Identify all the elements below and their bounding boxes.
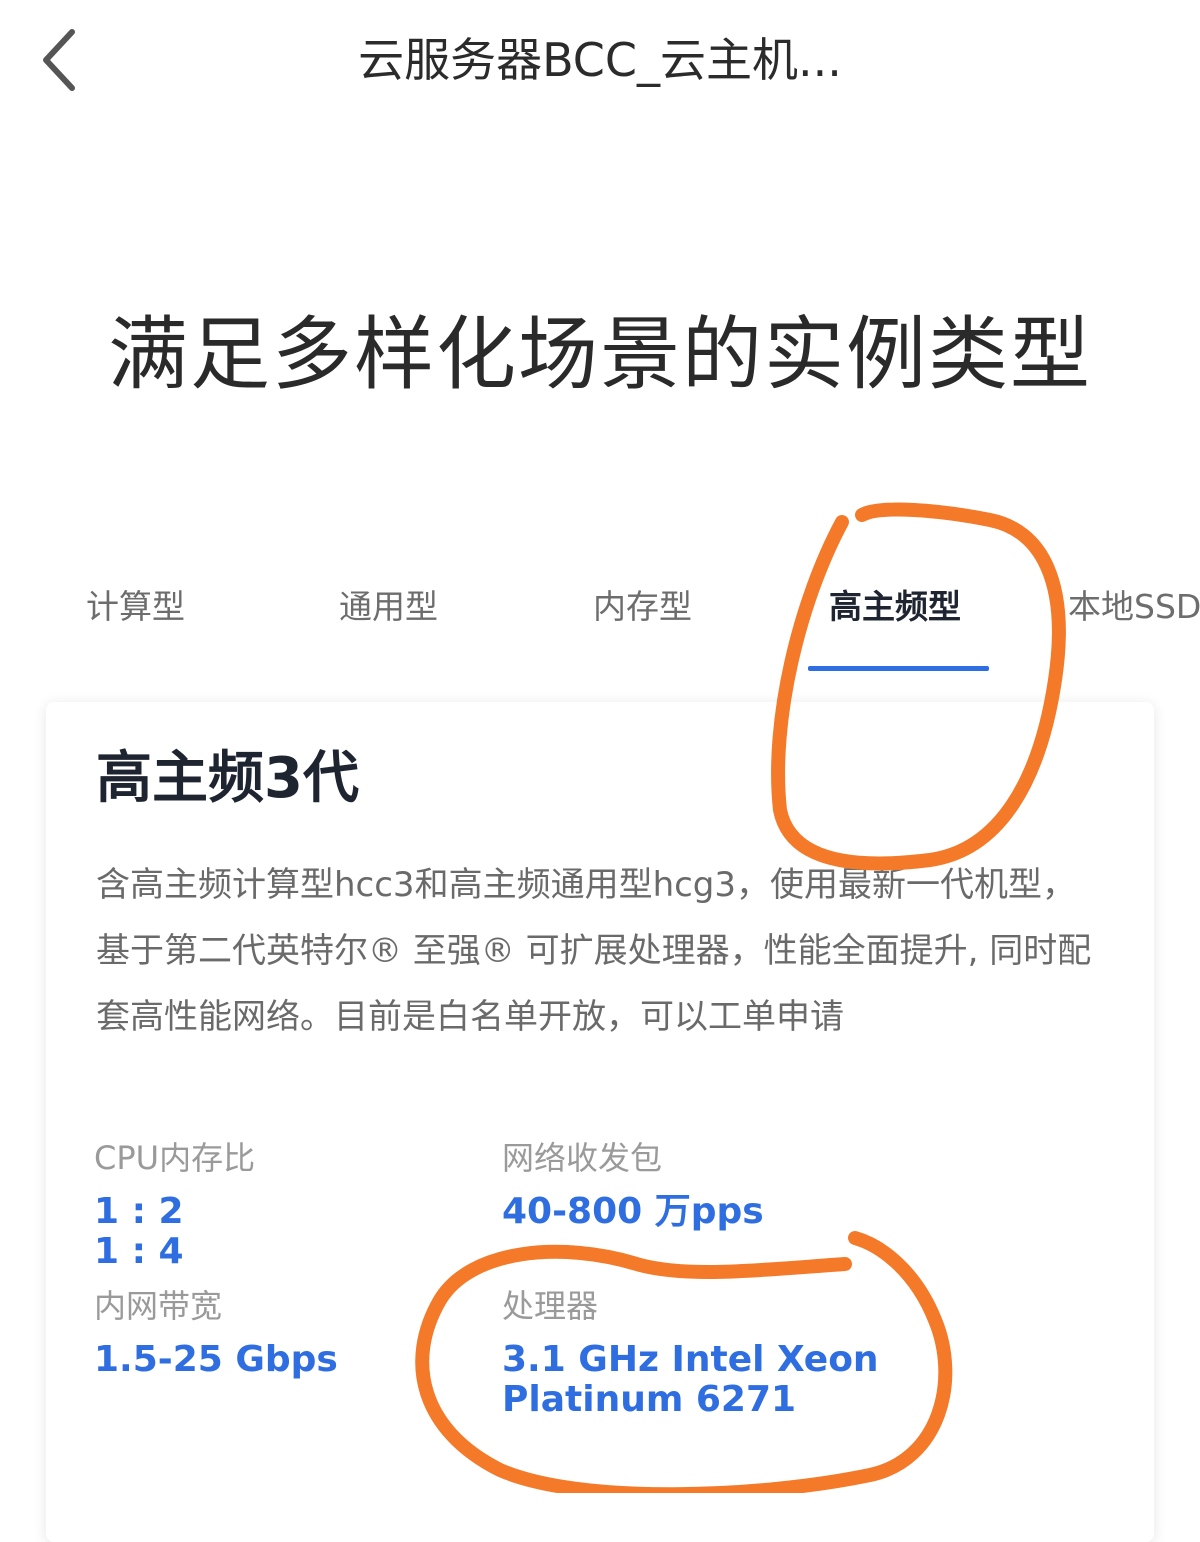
- section-heading: 满足多样化场景的实例类型: [108, 308, 1092, 401]
- card-description: 含高主频计算型hcc3和高主频通用型hcg3，使用最新一代机型，基于第二代英特尔…: [96, 865, 1092, 1037]
- spec-value-cpu-memory-ratio-1: 1 : 2: [94, 1191, 184, 1232]
- spec-label-processor: 处理器: [502, 1287, 599, 1325]
- spec-label-intranet-bandwidth: 内网带宽: [94, 1287, 223, 1325]
- top-bar: 云服务器BCC_云主机...: [0, 0, 1200, 120]
- instance-type-tabs: 计算型 通用型 内存型 高主频型 本地SSD: [0, 570, 1200, 680]
- spec-label-network-pps: 网络收发包: [502, 1139, 663, 1177]
- tab-general[interactable]: 通用型: [339, 584, 438, 630]
- active-tab-indicator: [808, 666, 989, 671]
- instance-card: 高主频3代 含高主频计算型hcc3和高主频通用型hcg3，使用最新一代机型，基于…: [46, 702, 1154, 1542]
- spec-value-processor-line-2: Platinum 6271: [502, 1379, 797, 1420]
- tab-compute[interactable]: 计算型: [86, 584, 185, 630]
- spec-value-cpu-memory-ratio-2: 1 : 4: [94, 1231, 184, 1272]
- tab-local-ssd[interactable]: 本地SSD: [1068, 584, 1200, 630]
- spec-value-processor-line-1: 3.1 GHz Intel Xeon: [502, 1339, 879, 1380]
- chevron-left-icon: [43, 29, 75, 91]
- spec-label-cpu-memory-ratio: CPU内存比: [94, 1139, 256, 1177]
- tab-high-frequency[interactable]: 高主频型: [829, 584, 961, 630]
- back-button[interactable]: [28, 28, 92, 92]
- spec-value-network-pps: 40-800 万pps: [502, 1191, 764, 1232]
- tab-memory[interactable]: 内存型: [593, 584, 692, 630]
- page-title: 云服务器BCC_云主机...: [358, 33, 842, 87]
- card-title: 高主频3代: [96, 746, 359, 811]
- spec-value-intranet-bandwidth: 1.5-25 Gbps: [94, 1339, 338, 1380]
